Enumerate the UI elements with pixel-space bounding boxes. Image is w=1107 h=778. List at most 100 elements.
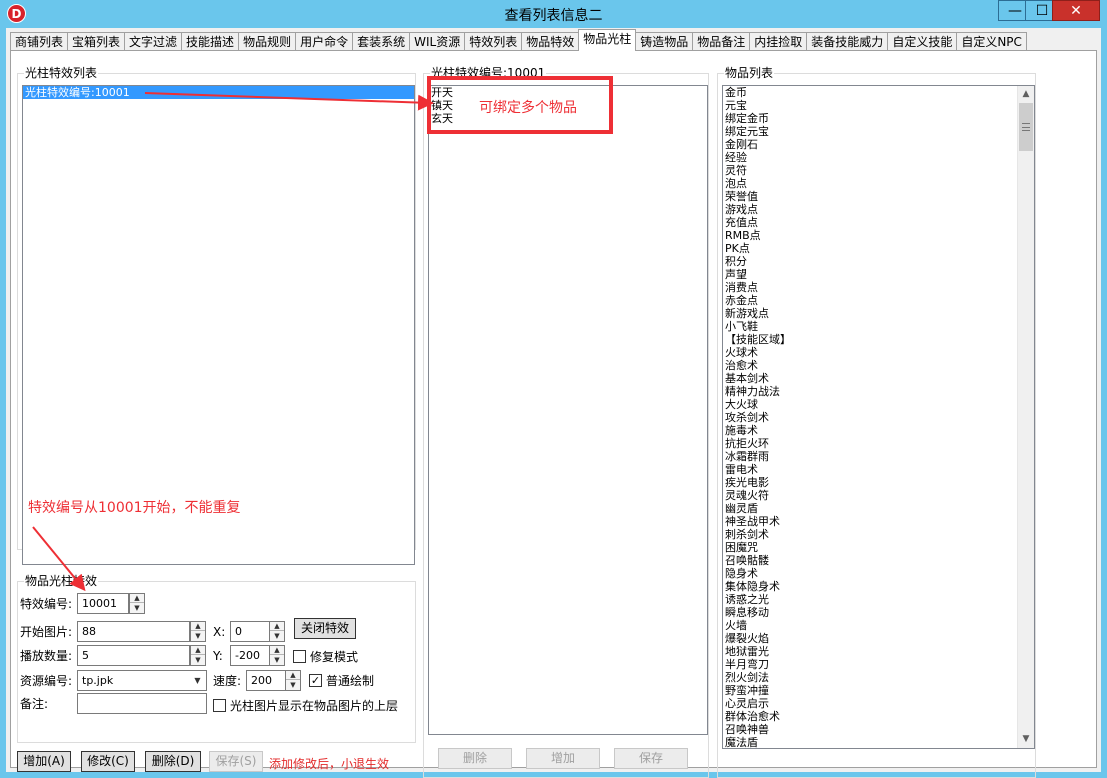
item-list-row[interactable]: 充值点 [723, 216, 1034, 229]
item-list-row[interactable]: 刺杀剑术 [723, 528, 1034, 541]
item-list-row[interactable]: 元宝 [723, 99, 1034, 112]
item-list-row[interactable]: 召唤骷髅 [723, 554, 1034, 567]
spin-down-icon[interactable]: ▼ [130, 604, 144, 613]
item-list-row[interactable]: 灵魂火符 [723, 489, 1034, 502]
spin-up-icon[interactable]: ▲ [130, 594, 144, 603]
item-list-row[interactable]: 火墙 [723, 619, 1034, 632]
scroll-thumb[interactable] [1019, 103, 1033, 151]
play-count-input[interactable]: 5 [77, 645, 190, 666]
item-list-row[interactable]: 神圣战甲术 [723, 515, 1034, 528]
tab-item-effects[interactable]: 物品特效 [521, 32, 580, 51]
tab-text-filter[interactable]: 文字过滤 [124, 32, 183, 51]
item-list-row[interactable]: 魔法盾 [723, 736, 1034, 748]
y-spinner[interactable]: ▲ ▼ [269, 645, 285, 666]
item-list-row[interactable]: 积分 [723, 255, 1034, 268]
item-list-row[interactable]: 绑定金币 [723, 112, 1034, 125]
item-list-row[interactable]: 雷电术 [723, 463, 1034, 476]
item-list-row[interactable]: 群体治愈术 [723, 710, 1034, 723]
item-list-row[interactable]: 冰霜群雨 [723, 450, 1034, 463]
item-list-row[interactable]: 心灵启示 [723, 697, 1034, 710]
item-list-row[interactable]: 治愈术 [723, 359, 1034, 372]
item-list-row[interactable]: 抗拒火环 [723, 437, 1034, 450]
add-button[interactable]: 增加(A) [17, 751, 71, 772]
item-list-row[interactable]: 荣誉值 [723, 190, 1034, 203]
item-list-row[interactable]: 瞬息移动 [723, 606, 1034, 619]
scroll-up-icon[interactable]: ▲ [1018, 86, 1034, 103]
effect-items-listbox[interactable]: 开天 镇天 玄天 [428, 85, 708, 735]
item-list-row[interactable]: 野蛮冲撞 [723, 684, 1034, 697]
modify-button[interactable]: 修改(C) [81, 751, 135, 772]
tab-auto-pickup[interactable]: 内挂捡取 [749, 32, 808, 51]
speed-spinner[interactable]: ▲ ▼ [285, 670, 301, 691]
tab-item-light-pillar[interactable]: 物品光柱 [578, 29, 637, 51]
spin-up-icon[interactable]: ▲ [270, 646, 284, 655]
item-list-row[interactable]: 爆裂火焰 [723, 632, 1034, 645]
item-list-row[interactable]: 金刚石 [723, 138, 1034, 151]
item-list-row[interactable]: 半月弯刀 [723, 658, 1034, 671]
item-list-row[interactable]: 金币 [723, 86, 1034, 99]
tab-set-system[interactable]: 套装系统 [352, 32, 411, 51]
tab-item-notes[interactable]: 物品备注 [692, 32, 751, 51]
item-list-row[interactable]: 集体隐身术 [723, 580, 1034, 593]
chevron-down-icon[interactable]: ▼ [189, 671, 206, 690]
effect-list-item[interactable]: 光柱特效编号:10001 [23, 86, 414, 99]
item-list-row[interactable]: 幽灵盾 [723, 502, 1034, 515]
item-list-row[interactable]: 赤金点 [723, 294, 1034, 307]
tab-custom-skills[interactable]: 自定义技能 [887, 32, 958, 51]
save-button[interactable]: 保存(S) [209, 751, 263, 772]
x-spinner[interactable]: ▲ ▼ [269, 621, 285, 642]
item-list-row[interactable]: PK点 [723, 242, 1034, 255]
tab-user-commands[interactable]: 用户命令 [295, 32, 354, 51]
item-list-row[interactable]: 消费点 [723, 281, 1034, 294]
spin-up-icon[interactable]: ▲ [270, 622, 284, 631]
tab-equip-skill-power[interactable]: 装备技能威力 [806, 32, 889, 51]
item-list-row[interactable]: 新游戏点 [723, 307, 1034, 320]
spin-down-icon[interactable]: ▼ [270, 632, 284, 641]
tab-effect-list[interactable]: 特效列表 [464, 32, 523, 51]
tab-wil-resources[interactable]: WIL资源 [409, 32, 466, 51]
effect-listbox[interactable]: 光柱特效编号:10001 [22, 85, 415, 565]
item-list-row[interactable]: 基本剑术 [723, 372, 1034, 385]
item-list-row[interactable]: 小飞鞋 [723, 320, 1034, 333]
effect-id-spinner[interactable]: ▲ ▼ [129, 593, 145, 614]
item-list-row[interactable]: 攻杀剑术 [723, 411, 1034, 424]
item-list-row[interactable]: 灵符 [723, 164, 1034, 177]
spin-down-icon[interactable]: ▼ [191, 656, 205, 665]
close-button[interactable]: ✕ [1052, 0, 1100, 21]
tab-item-rules[interactable]: 物品规则 [238, 32, 297, 51]
y-input[interactable]: -200 [230, 645, 270, 666]
tab-custom-npc[interactable]: 自定义NPC [956, 32, 1027, 51]
item-list-row[interactable]: 地狱雷光 [723, 645, 1034, 658]
item-list-row[interactable]: 大火球 [723, 398, 1034, 411]
remark-input[interactable] [77, 693, 207, 714]
start-image-spinner[interactable]: ▲ ▼ [190, 621, 206, 642]
item-list-row[interactable]: 【技能区域】 [723, 333, 1034, 346]
tab-skill-desc[interactable]: 技能描述 [181, 32, 240, 51]
item-list-row[interactable]: 疾光电影 [723, 476, 1034, 489]
effect-id-input[interactable]: 10001 [77, 593, 129, 614]
start-image-input[interactable]: 88 [77, 621, 190, 642]
tab-shop-list[interactable]: 商铺列表 [10, 32, 69, 51]
remove-item-button[interactable]: 删除 [438, 748, 512, 769]
item-list-scrollbar[interactable]: ▲ ▼ [1017, 86, 1034, 748]
delete-button[interactable]: 删除(D) [145, 751, 201, 772]
item-list-row[interactable]: 绑定元宝 [723, 125, 1034, 138]
tab-forge-items[interactable]: 铸造物品 [635, 32, 694, 51]
play-count-spinner[interactable]: ▲ ▼ [190, 645, 206, 666]
item-list-row[interactable]: 施毒术 [723, 424, 1034, 437]
top-layer-checkbox[interactable] [213, 699, 226, 712]
spin-up-icon[interactable]: ▲ [191, 646, 205, 655]
normal-draw-checkbox[interactable]: ✓ [309, 674, 322, 687]
item-list-row[interactable]: 经验 [723, 151, 1034, 164]
item-list-row[interactable]: 诱惑之光 [723, 593, 1034, 606]
repair-mode-checkbox[interactable] [293, 650, 306, 663]
scroll-down-icon[interactable]: ▼ [1018, 731, 1034, 748]
spin-down-icon[interactable]: ▼ [286, 681, 300, 690]
tab-chest-list[interactable]: 宝箱列表 [67, 32, 126, 51]
spin-down-icon[interactable]: ▼ [270, 656, 284, 665]
item-list-row[interactable]: 困魔咒 [723, 541, 1034, 554]
item-list-row[interactable]: 声望 [723, 268, 1034, 281]
item-list-row[interactable]: RMB点 [723, 229, 1034, 242]
spin-down-icon[interactable]: ▼ [191, 632, 205, 641]
item-listbox[interactable]: 金币 元宝 绑定金币 绑定元宝 金刚石 经验 灵符 泡点 荣誉值 游戏点 充值点 RMB点 PK点 积分声… [722, 85, 1035, 749]
